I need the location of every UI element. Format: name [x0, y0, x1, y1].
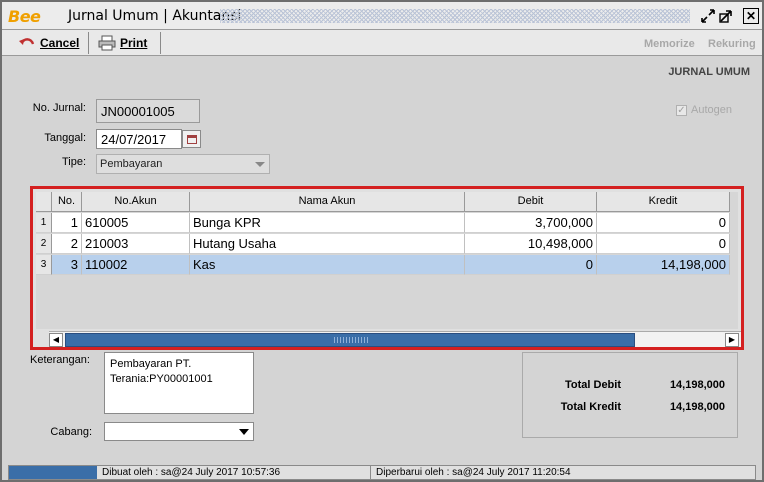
- cell-no-akun[interactable]: 210003: [82, 234, 190, 254]
- bee-logo-icon: Bee: [8, 6, 41, 26]
- keterangan-label: Keterangan:: [30, 354, 90, 366]
- tanggal-field[interactable]: 24/07/2017: [96, 129, 182, 149]
- updated-by-status: Diperbarui oleh : sa@24 July 2017 11:20:…: [376, 467, 571, 478]
- cell-no[interactable]: 2: [52, 234, 82, 254]
- calendar-icon: [186, 134, 197, 144]
- scrollbar-grip: [334, 337, 368, 343]
- title-bar[interactable]: Bee Jurnal Umum | Akuntansi ✕: [2, 2, 762, 30]
- tanggal-label: Tanggal:: [44, 132, 86, 144]
- journal-window: Bee Jurnal Umum | Akuntansi ✕ Cancel Pri…: [0, 0, 764, 482]
- chevron-down-icon: [255, 162, 265, 167]
- cell-no-akun[interactable]: 110002: [82, 255, 190, 275]
- calendar-button[interactable]: [182, 130, 201, 148]
- row-number: 2: [36, 234, 52, 254]
- restore-icon[interactable]: [700, 8, 716, 24]
- close-icon[interactable]: ✕: [743, 8, 759, 24]
- header-nama-akun[interactable]: Nama Akun: [190, 192, 465, 212]
- cell-kredit[interactable]: 0: [597, 213, 730, 233]
- section-title: JURNAL UMUM: [668, 66, 750, 78]
- cell-no-akun[interactable]: 610005: [82, 213, 190, 233]
- chevron-down-icon: [239, 429, 249, 435]
- memorize-button[interactable]: Memorize: [644, 38, 695, 50]
- cell-nama-akun[interactable]: Bunga KPR: [190, 213, 465, 233]
- cabang-select[interactable]: [104, 422, 254, 441]
- cabang-label: Cabang:: [50, 426, 92, 438]
- row-number-header: [36, 192, 52, 212]
- table-header-row: No. No.Akun Nama Akun Debit Kredit: [36, 192, 738, 212]
- journal-table: No. No.Akun Nama Akun Debit Kredit 1 1 6…: [36, 192, 738, 329]
- cancel-label: Cancel: [40, 36, 80, 50]
- journal-table-frame: No. No.Akun Nama Akun Debit Kredit 1 1 6…: [30, 186, 744, 350]
- toolbar-divider: [160, 32, 161, 54]
- header-no-akun[interactable]: No.Akun: [82, 192, 190, 212]
- header-no[interactable]: No.: [52, 192, 82, 212]
- table-row[interactable]: 2 2 210003 Hutang Usaha 10,498,000 0: [36, 234, 738, 254]
- keterangan-line: Pembayaran PT.: [110, 358, 192, 370]
- row-number: 3: [36, 255, 52, 275]
- total-debit-value: 14,198,000: [669, 379, 725, 391]
- cell-kredit[interactable]: 14,198,000: [597, 255, 730, 275]
- maximize-icon[interactable]: [718, 8, 734, 24]
- scroll-right-icon[interactable]: ▶: [725, 333, 739, 347]
- header-kredit[interactable]: Kredit: [597, 192, 730, 212]
- toolbar-divider: [88, 32, 89, 54]
- tipe-select[interactable]: Pembayaran: [96, 154, 270, 174]
- undo-arrow-icon: [19, 38, 35, 45]
- status-indicator: [9, 466, 97, 479]
- rekuring-button[interactable]: Rekuring: [708, 38, 756, 50]
- keterangan-line: Terania:PY00001001: [110, 373, 213, 385]
- row-number: 1: [36, 213, 52, 233]
- cell-no[interactable]: 3: [52, 255, 82, 275]
- totals-panel: Total Debit 14,198,000 Total Kredit 14,1…: [522, 352, 738, 438]
- status-bar: Dibuat oleh : sa@24 July 2017 10:57:36 D…: [8, 465, 756, 480]
- cell-no[interactable]: 1: [52, 213, 82, 233]
- tipe-label: Tipe:: [61, 156, 86, 168]
- no-jurnal-field[interactable]: JN00001005: [96, 99, 200, 123]
- autogen-label: Autogen: [691, 104, 732, 116]
- cell-nama-akun[interactable]: Kas: [190, 255, 465, 275]
- table-row[interactable]: 1 1 610005 Bunga KPR 3,700,000 0: [36, 213, 738, 233]
- total-kredit-value: 14,198,000: [669, 401, 725, 413]
- checkbox-icon: ✓: [676, 104, 687, 116]
- total-kredit-label: Total Kredit: [560, 401, 621, 413]
- header-debit[interactable]: Debit: [465, 192, 597, 212]
- tipe-value: Pembayaran: [100, 158, 163, 170]
- autogen-checkbox[interactable]: ✓ Autogen: [676, 104, 732, 116]
- cell-debit[interactable]: 0: [465, 255, 597, 275]
- cell-debit[interactable]: 10,498,000: [465, 234, 597, 254]
- cancel-button[interactable]: Cancel: [18, 33, 79, 53]
- horizontal-scrollbar[interactable]: ◀ ▶: [49, 331, 741, 347]
- title-bar-pattern: [220, 9, 690, 23]
- app-logo: Bee: [8, 6, 41, 26]
- scrollbar-thumb[interactable]: [65, 333, 635, 347]
- created-by-status: Dibuat oleh : sa@24 July 2017 10:57:36: [99, 466, 371, 479]
- keterangan-textarea[interactable]: Pembayaran PT. Terania:PY00001001: [104, 352, 254, 414]
- total-debit-label: Total Debit: [564, 379, 621, 391]
- toolbar: Cancel Print Memorize Rekuring: [2, 30, 762, 56]
- print-button[interactable]: Print: [98, 33, 147, 53]
- cell-kredit[interactable]: 0: [597, 234, 730, 254]
- cell-nama-akun[interactable]: Hutang Usaha: [190, 234, 465, 254]
- scroll-left-icon[interactable]: ◀: [49, 333, 63, 347]
- no-jurnal-label: No. Jurnal:: [32, 102, 86, 114]
- table-row-selected[interactable]: 3 3 110002 Kas 0 14,198,000: [36, 255, 738, 275]
- window-title: Jurnal Umum | Akuntansi: [68, 8, 242, 24]
- printer-icon: [98, 35, 116, 51]
- cell-debit[interactable]: 3,700,000: [465, 213, 597, 233]
- print-label: Print: [120, 36, 148, 50]
